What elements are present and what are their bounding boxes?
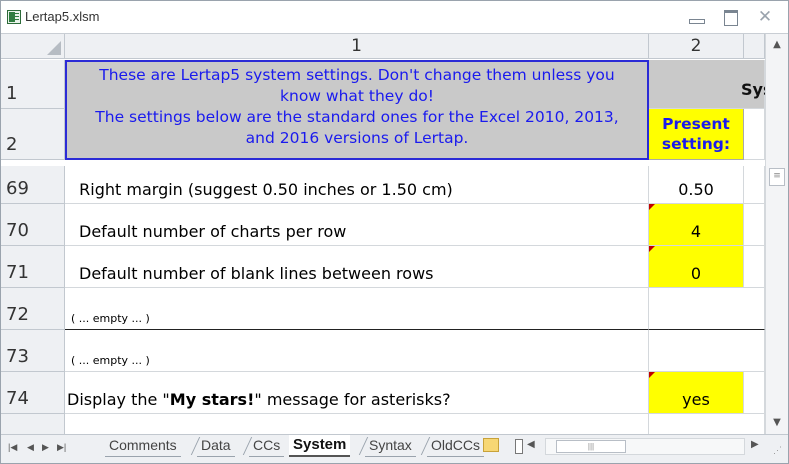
horizontal-scroll-thumb[interactable]: |||: [556, 440, 626, 453]
resize-grip-icon[interactable]: ⋰: [773, 445, 782, 456]
scroll-right-arrow-icon[interactable]: ▶: [751, 439, 759, 450]
tab-ccs[interactable]: CCs: [249, 435, 285, 457]
tab-oldccs[interactable]: OldCCs: [427, 435, 485, 457]
setting-value-cell[interactable]: 4: [649, 204, 744, 246]
column-header-1[interactable]: 1: [65, 34, 649, 59]
setting-label-cell[interactable]: Default number of charts per row: [65, 204, 649, 246]
vertical-scrollbar[interactable]: ▲ ≡ ▼: [765, 34, 788, 434]
row-header-75[interactable]: [1, 414, 65, 434]
row-header-71[interactable]: 71: [1, 246, 65, 288]
maximize-button[interactable]: [719, 7, 743, 27]
sheet-tab-bar: |◀ ◀ ▶ ▶| Comments Data CCs System Synta…: [1, 434, 788, 463]
notice-cell[interactable]: These are Lertap5 system settings. Don't…: [65, 60, 649, 160]
cell-r75-c1[interactable]: [65, 414, 649, 434]
first-sheet-nav-icon[interactable]: |◀: [8, 442, 17, 453]
insert-sheet-icon[interactable]: [483, 438, 499, 452]
scroll-thumb[interactable]: ≡: [769, 168, 785, 186]
row-header-70[interactable]: 70: [1, 204, 65, 246]
close-button[interactable]: ✕: [753, 7, 777, 27]
cell-r75-c2[interactable]: [649, 414, 765, 434]
scroll-down-arrow-icon[interactable]: ▼: [766, 414, 788, 434]
excel-window: Lertap5.xlsm ✕ 1 2 1 2 These are Lertap5…: [0, 0, 789, 464]
horizontal-scrollbar[interactable]: |||: [545, 438, 745, 455]
last-sheet-nav-icon[interactable]: ▶|: [57, 442, 66, 453]
setting-label-cell[interactable]: ( ... empty ... ): [65, 288, 649, 330]
tab-data[interactable]: Data: [197, 435, 235, 457]
column-header-3[interactable]: [744, 34, 765, 59]
row-header-72[interactable]: 72: [1, 288, 65, 330]
setting-value-cell[interactable]: [649, 330, 765, 372]
row-header-2[interactable]: 2: [1, 109, 65, 160]
tab-comments[interactable]: Comments: [105, 435, 181, 457]
row-header-74[interactable]: 74: [1, 372, 65, 414]
setting-label-cell[interactable]: Display the "My stars!" message for aste…: [65, 372, 649, 414]
column-header-2[interactable]: 2: [649, 34, 744, 59]
present-setting-header[interactable]: Present setting:: [649, 109, 744, 160]
title-bar: Lertap5.xlsm ✕: [1, 1, 788, 34]
window-title: Lertap5.xlsm: [25, 9, 100, 24]
tab-split-handle[interactable]: [515, 439, 523, 454]
excel-file-icon: [7, 10, 21, 24]
setting-label-cell[interactable]: ( ... empty ... ): [65, 330, 649, 372]
cell-r69-c3[interactable]: [744, 166, 765, 204]
row-header-69[interactable]: 69: [1, 166, 65, 204]
row-header-1[interactable]: 1: [1, 60, 65, 109]
next-sheet-nav-icon[interactable]: ▶: [42, 442, 49, 453]
setting-label-cell[interactable]: Right margin (suggest 0.50 inches or 1.5…: [65, 166, 649, 204]
tab-syntax[interactable]: Syntax: [365, 435, 416, 457]
scroll-left-arrow-icon[interactable]: ◀: [527, 439, 535, 450]
prev-sheet-nav-icon[interactable]: ◀: [27, 442, 34, 453]
setting-value-cell[interactable]: 0.50: [649, 166, 744, 204]
select-all-corner[interactable]: [1, 34, 65, 59]
setting-value-cell[interactable]: [649, 288, 765, 330]
tab-system[interactable]: System: [289, 435, 351, 457]
setting-label-cell[interactable]: Default number of blank lines between ro…: [65, 246, 649, 288]
cell-r2-c3[interactable]: [744, 109, 765, 160]
setting-value-cell[interactable]: 0: [649, 246, 744, 288]
cell-r71-c3[interactable]: [744, 246, 765, 288]
row-header-73[interactable]: 73: [1, 330, 65, 372]
minimize-button[interactable]: [684, 7, 708, 27]
cell-r70-c3[interactable]: [744, 204, 765, 246]
setting-value-cell[interactable]: yes: [649, 372, 744, 414]
scroll-up-arrow-icon[interactable]: ▲: [766, 34, 788, 54]
cell-r74-c3[interactable]: [744, 372, 765, 414]
